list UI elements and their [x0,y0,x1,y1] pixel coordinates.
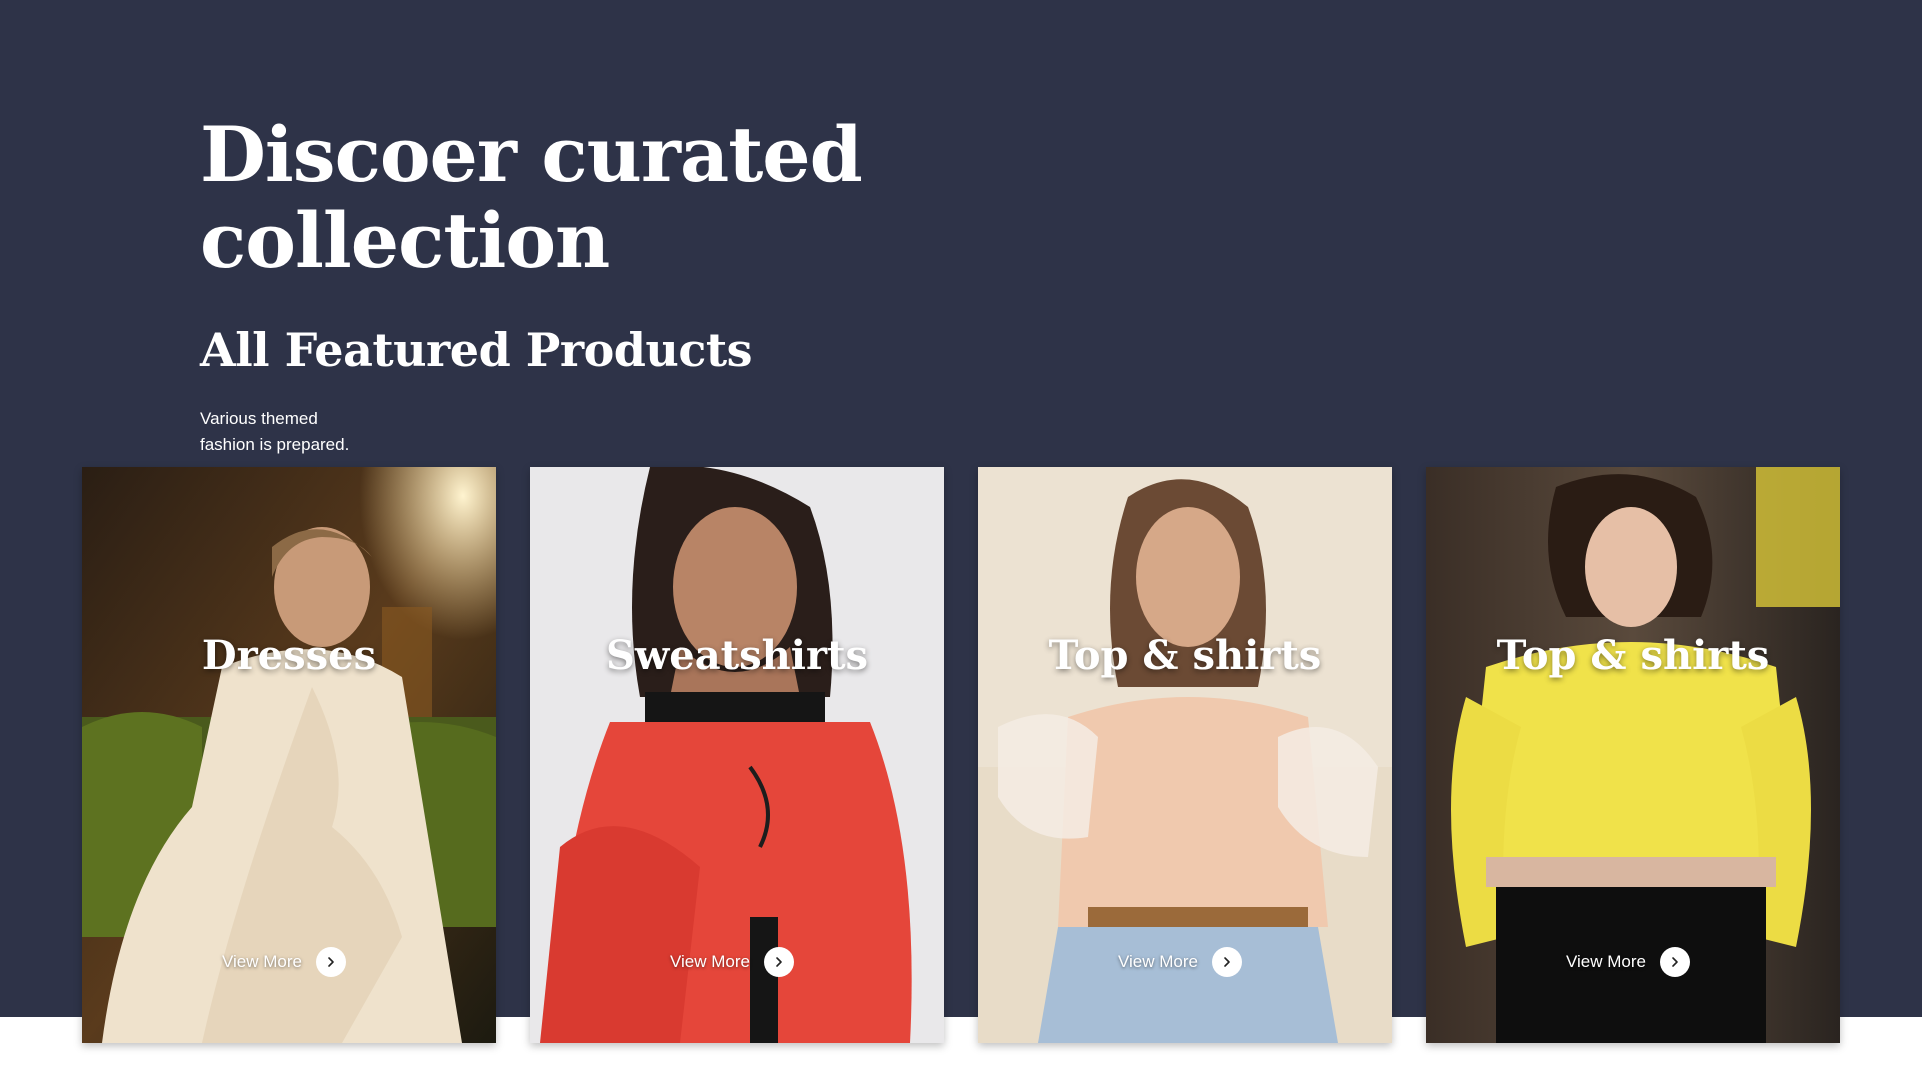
view-more-label: View More [222,952,302,971]
card-title: Top & shirts [1048,632,1322,679]
card-title: Sweatshirts [605,632,869,679]
description-line-2: fashion is prepared. [200,435,350,454]
description-line-1: Various themed [200,409,318,428]
view-more-button[interactable]: View More [222,947,346,977]
chevron-right-icon[interactable] [1660,947,1690,977]
headline-line-1: Discoer curated [200,110,863,199]
section-title: All Featured Products [200,323,753,377]
category-card-top-shirts-2[interactable]: Top & shirts View More [1426,467,1840,1043]
view-more-button[interactable]: View More [1118,947,1242,977]
chevron-right-icon[interactable] [1212,947,1242,977]
card-title: Dresses [201,632,377,679]
chevron-right-icon[interactable] [764,947,794,977]
category-card-sweatshirts[interactable]: Sweatshirts View More [530,467,944,1043]
view-more-button[interactable]: View More [1566,947,1690,977]
view-more-label: View More [1566,952,1646,971]
view-more-label: View More [670,952,750,971]
chevron-right-icon[interactable] [316,947,346,977]
page-headline: Discoer curated collection [200,112,900,284]
view-more-button[interactable]: View More [670,947,794,977]
section-description: Various themed fashion is prepared. [200,406,400,458]
category-card-dresses[interactable]: Dresses View More [82,467,496,1043]
headline-line-2: collection [200,196,610,285]
category-card-top-shirts-1[interactable]: Top & shirts View More [978,467,1392,1043]
view-more-label: View More [1118,952,1198,971]
card-title: Top & shirts [1496,632,1770,679]
